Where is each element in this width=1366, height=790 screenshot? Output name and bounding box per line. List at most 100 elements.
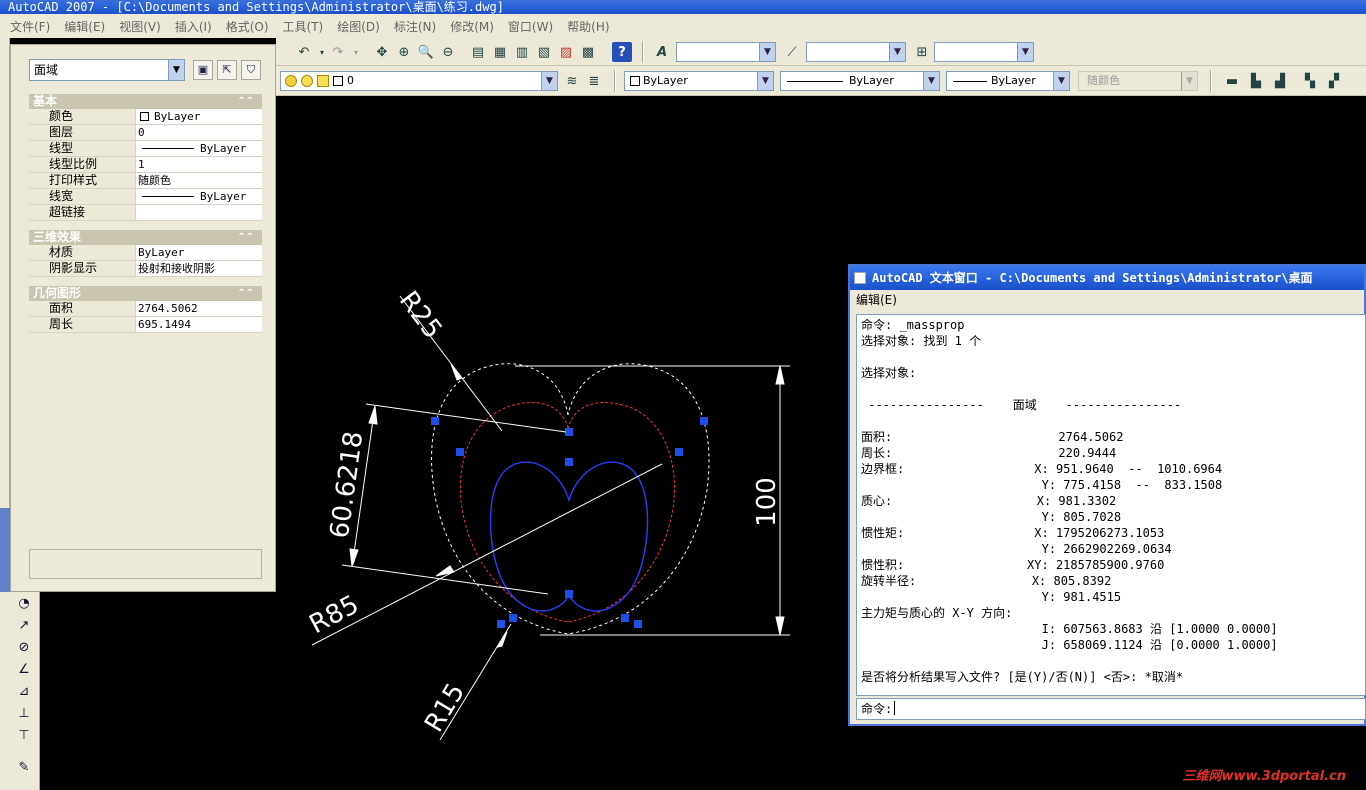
grip[interactable] [565, 590, 573, 598]
zoom-window-icon[interactable]: 🔍 [416, 42, 436, 62]
menu-tools[interactable]: 工具(T) [283, 18, 324, 35]
property-key: 周长 [29, 317, 135, 332]
grip[interactable] [456, 448, 464, 456]
property-row-ltscale[interactable]: 线型比例 1 [29, 157, 262, 173]
selection-grips[interactable] [431, 417, 708, 628]
materials-icon[interactable]: ▚ [1300, 71, 1320, 91]
lineweight-combo[interactable]: ByLayer ▼ [946, 71, 1070, 91]
arc-tool-icon[interactable]: ↗ [14, 616, 34, 636]
grip[interactable] [675, 448, 683, 456]
section-header[interactable]: 几何图形 ⌃⌃ [29, 286, 262, 301]
layer-combo[interactable]: 0 ▼ [280, 71, 558, 91]
make-current-layer-icon[interactable]: ≋ [562, 71, 582, 91]
text-window-title-bar[interactable]: AutoCAD 文本窗口 - C:\Documents and Settings… [850, 266, 1364, 290]
property-row-hyperlink[interactable]: 超链接 [29, 205, 262, 221]
grip[interactable] [621, 614, 629, 622]
angle-tool-icon[interactable]: ∠ [14, 660, 34, 680]
redo-icon[interactable]: ↷ [328, 42, 348, 62]
dim-style-icon[interactable]: ⟋ [782, 42, 802, 62]
text-window[interactable]: AutoCAD 文本窗口 - C:\Documents and Settings… [848, 264, 1366, 726]
text-style-combo[interactable]: ▼ [676, 42, 776, 62]
inner-region-heart[interactable] [489, 461, 649, 612]
pan-realtime-icon[interactable]: ✥ [372, 42, 392, 62]
property-row-color[interactable]: 颜色 ByLayer [29, 109, 262, 125]
sheet-set-icon[interactable]: ▧ [534, 42, 554, 62]
properties-icon[interactable]: ▤ [468, 42, 488, 62]
menu-edit[interactable]: 编辑(E) [64, 18, 105, 35]
text-window-menu-edit[interactable]: 编辑(E) [850, 290, 1364, 310]
menu-view[interactable]: 视图(V) [119, 18, 161, 35]
pencil-tool-icon[interactable]: ✎ [14, 758, 34, 778]
aligned-dimension[interactable] [341, 403, 567, 595]
property-row-material[interactable]: 材质 ByLayer [29, 245, 262, 261]
undo-icon[interactable]: ↶ [294, 42, 314, 62]
redo-dropdown-icon[interactable]: ▾ [346, 42, 366, 62]
dim-baseline-tool-icon[interactable]: ⊥ [14, 704, 34, 724]
linetype-combo[interactable]: ByLayer ▼ [780, 71, 940, 91]
table-style-combo[interactable]: ▼ [934, 42, 1034, 62]
history-line: 旋转半径: X: 805.8392 [861, 574, 1112, 588]
history-line: 是否将分析结果写入文件? [是(Y)/否(N)] <否>: *取消* [861, 670, 1184, 684]
grip[interactable] [700, 417, 708, 425]
dim-aligned-tool-icon[interactable]: ⊿ [14, 682, 34, 702]
layer-previous-icon[interactable]: ≣ [584, 71, 604, 91]
collapse-icon: ⌃⌃ [237, 288, 254, 299]
tool-palettes-icon[interactable]: ▥ [512, 42, 532, 62]
render-icon[interactable]: ▬ [1222, 71, 1242, 91]
dim-continue-tool-icon[interactable]: ⊤ [14, 726, 34, 746]
grip[interactable] [565, 458, 573, 466]
property-row-plotstyle[interactable]: 打印样式 随颜色 [29, 173, 262, 189]
menu-draw[interactable]: 绘图(D) [337, 18, 380, 35]
property-key: 颜色 [29, 109, 135, 124]
grip[interactable] [634, 620, 642, 628]
no-entry-icon[interactable]: ⊘ [14, 638, 34, 658]
lights-icon[interactable]: ▟ [1270, 71, 1290, 91]
menu-modify[interactable]: 修改(M) [450, 18, 494, 35]
command-input[interactable]: 命令: [856, 698, 1366, 720]
property-value: 1 [135, 157, 262, 172]
property-row-perimeter[interactable]: 周长 695.1494 [29, 317, 262, 333]
dim-style-combo[interactable]: ▼ [806, 42, 906, 62]
menu-file[interactable]: 文件(F) [10, 18, 50, 35]
selection-type-combo[interactable]: 面域 ▼ [29, 59, 185, 81]
design-center-icon[interactable]: ▦ [490, 42, 510, 62]
text-window-history[interactable]: 命令: _massprop 选择对象: 找到 1 个 选择对象: -------… [856, 314, 1366, 696]
section-header[interactable]: 基本 ⌃⌃ [29, 94, 262, 109]
property-row-shadow[interactable]: 阴影显示 投射和接收阴影 [29, 261, 262, 277]
color-combo[interactable]: ByLayer ▼ [624, 71, 774, 91]
r85-leader[interactable] [311, 463, 663, 646]
menu-help[interactable]: 帮助(H) [567, 18, 609, 35]
help-icon[interactable]: ? [612, 42, 632, 62]
grip[interactable] [509, 614, 517, 622]
table-style-icon[interactable]: ⊞ [912, 42, 932, 62]
select-objects-icon[interactable]: ⇱ [217, 60, 237, 80]
property-row-area[interactable]: 面积 2764.5062 [29, 301, 262, 317]
text-caret [894, 701, 896, 715]
toggle-pickadd-icon[interactable]: ▣ [193, 60, 213, 80]
quick-select-icon[interactable]: ⛉ [241, 60, 261, 80]
grip[interactable] [431, 417, 439, 425]
render-region-icon[interactable]: ▙ [1246, 71, 1266, 91]
property-value: ByLayer [135, 141, 262, 156]
property-row-layer[interactable]: 图层 0 [29, 125, 262, 141]
calculator-icon[interactable]: ▩ [578, 42, 598, 62]
zoom-realtime-icon[interactable]: ⊕ [394, 42, 414, 62]
chevron-down-icon: ▼ [1053, 72, 1069, 90]
text-style-icon[interactable]: A [652, 42, 672, 62]
property-key: 阴影显示 [29, 261, 135, 276]
circle-tool-icon[interactable]: ◔ [14, 594, 34, 614]
property-row-lineweight[interactable]: 线宽 ByLayer [29, 189, 262, 205]
grip[interactable] [497, 620, 505, 628]
menu-format[interactable]: 格式(O) [226, 18, 269, 35]
plotstyle-combo[interactable]: 随颜色 ▼ [1078, 71, 1198, 91]
menu-dimension[interactable]: 标注(N) [394, 18, 436, 35]
section-header[interactable]: 三维效果 ⌃⌃ [29, 230, 262, 245]
menu-insert[interactable]: 插入(I) [175, 18, 212, 35]
property-row-linetype[interactable]: 线型 ByLayer [29, 141, 262, 157]
render-environment-icon[interactable]: ▞ [1324, 71, 1344, 91]
grip[interactable] [565, 428, 573, 436]
toolbar-separator [1210, 70, 1212, 92]
markup-icon[interactable]: ▨ [556, 42, 576, 62]
zoom-previous-icon[interactable]: ⊖ [438, 42, 458, 62]
menu-window[interactable]: 窗口(W) [508, 18, 553, 35]
